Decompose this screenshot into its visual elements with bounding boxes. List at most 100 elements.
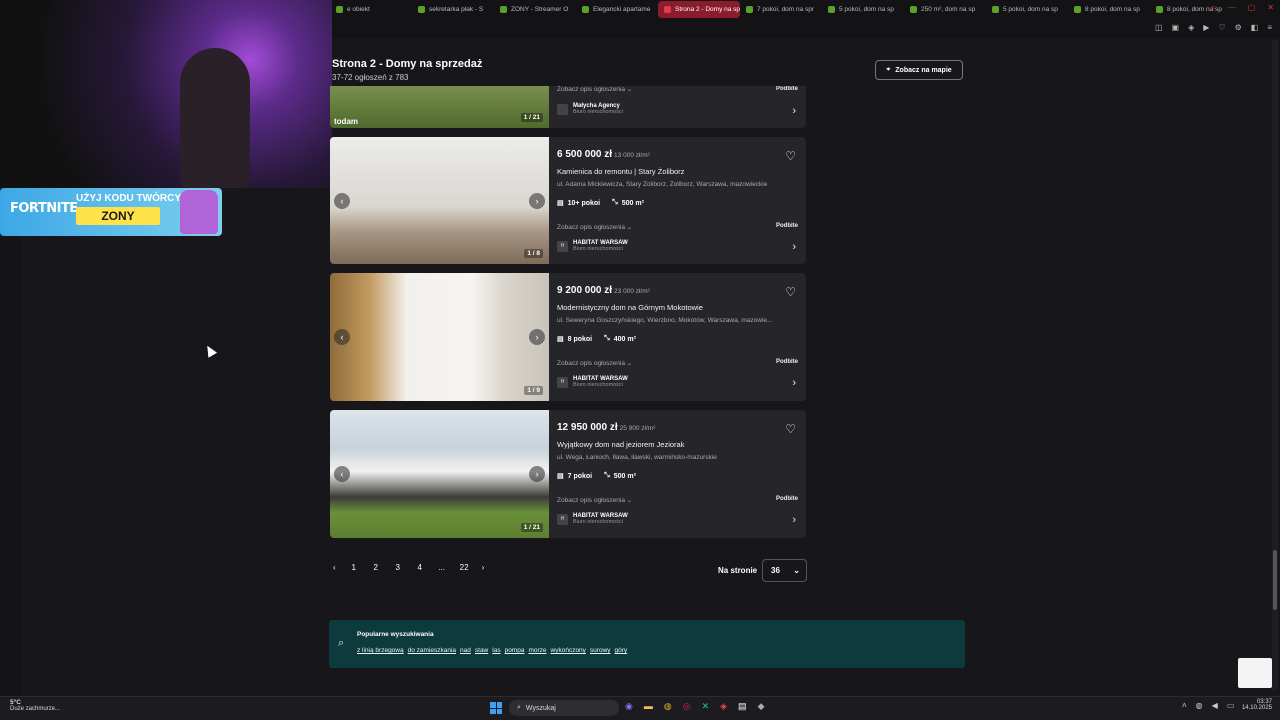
page-link[interactable]: 2 (372, 563, 380, 572)
listing-card[interactable]: ‹ › 1 / 9 9 200 000 zł 23 000 zł/m² ♡ Mod… (330, 273, 806, 401)
listing-photo[interactable]: ‹ › 1 / 21 (330, 410, 549, 538)
page-link[interactable]: 22 (460, 563, 469, 572)
map-button[interactable]: ⌖ Zobacz na mapie (875, 60, 963, 80)
agency-info[interactable]: H HABITAT WARSAW Biuro nieruchomości (557, 376, 628, 388)
chevron-right-icon[interactable]: › (792, 514, 796, 526)
volume-icon[interactable]: ◀ (1212, 701, 1218, 710)
description-toggle[interactable]: Zobacz opis ogłoszenia ⌄ (557, 359, 632, 367)
chrome-icon[interactable]: ◍ (664, 701, 672, 712)
next-photo-icon[interactable]: › (529, 466, 545, 482)
popular-search-link[interactable]: morze (528, 647, 546, 654)
favicon-icon (746, 6, 753, 13)
popular-search-link[interactable]: góry (615, 647, 628, 654)
agency-info[interactable]: Małycha Agency Biuro nieruchomości (557, 103, 623, 115)
listing-title[interactable]: Modernistyczny dom na Górnym Mokotowie (557, 303, 703, 312)
price-per-m2: 23 000 zł/m² (614, 288, 650, 295)
banner-code: ZONY (76, 207, 160, 225)
network-icon[interactable]: ▭ (1227, 701, 1235, 710)
listing-photo[interactable]: ‹ › 1 / 9 (330, 273, 549, 401)
scrollbar-thumb[interactable] (1273, 550, 1277, 610)
settings-icon[interactable]: ⚙ (1235, 23, 1242, 32)
favorite-heart-icon[interactable]: ♡ (785, 149, 796, 163)
popular-search-link[interactable]: z linią brzegową (357, 647, 404, 654)
browser-tab[interactable]: 7 pokoi, dom na spr (740, 1, 822, 18)
browser-tab[interactable]: Strona 2 - Domy na sprz (658, 1, 740, 18)
popular-search-link[interactable]: staw (475, 647, 488, 654)
next-page-icon[interactable]: › (482, 563, 485, 572)
chevron-up-icon[interactable]: ˄ (1182, 701, 1187, 710)
minimize-icon[interactable]: — (1228, 3, 1236, 13)
weather-widget[interactable]: 5°C Duże zachmurze... (10, 699, 60, 712)
extensions-icon[interactable]: ◧ (1251, 23, 1259, 32)
rooms: ▤ 10+ pokoi (557, 199, 601, 208)
file-explorer-icon[interactable]: ▬ (644, 701, 653, 712)
listing-card[interactable]: ‹ › 1 / 21 12 950 000 zł 25 900 zł/m² ♡ W… (330, 410, 806, 538)
bookmark-icon[interactable]: ◫ (1155, 23, 1163, 32)
close-icon[interactable]: ✕ (1267, 3, 1274, 13)
app-icon[interactable]: ◆ (758, 701, 765, 712)
popular-search-link[interactable]: nad (460, 647, 471, 654)
chevron-right-icon[interactable]: › (792, 377, 796, 389)
recorder-icon[interactable]: ◈ (720, 701, 727, 712)
toolbar-icons: ◫ ▣ ◈ ▶ ♡ ⚙ ◧ ≡ (1155, 23, 1272, 32)
description-toggle[interactable]: Zobacz opis ogłoszenia ⌄ (557, 496, 632, 504)
notepad-icon[interactable]: ▤ (738, 701, 747, 712)
agency-info[interactable]: H HABITAT WARSAW Biuro nieruchomości (557, 513, 628, 525)
listing-title[interactable]: Wyjątkowy dom nad jeziorem Jeziorak (557, 440, 684, 449)
listing-photo[interactable]: ‹ › 1 / 8 (330, 137, 549, 264)
taskbar-search[interactable]: ⌕ Wyszukaj (509, 700, 619, 716)
chevron-right-icon[interactable]: › (792, 241, 796, 253)
maximize-icon[interactable]: ▢ (1248, 3, 1256, 13)
browser-tab[interactable]: 5 pokoi, dom na sp (822, 1, 904, 18)
popular-search-link[interactable]: las (492, 647, 500, 654)
per-page-select[interactable]: 36 ⌄ (762, 559, 807, 582)
play-icon[interactable]: ▶ (1203, 23, 1209, 32)
listing-price: 6 500 000 zł 13 000 zł/m² (557, 149, 650, 160)
search-icon[interactable]: ⌕ (1211, 3, 1215, 13)
browser-tab[interactable]: Elegancki apartame (576, 1, 658, 18)
tab-label: ZONY - Streamer O (511, 6, 569, 13)
listing-photo[interactable]: todam 1 / 21 (330, 86, 549, 128)
chevron-right-icon[interactable]: › (792, 105, 796, 117)
favorite-heart-icon[interactable]: ♡ (785, 285, 796, 299)
browser-tab[interactable]: 5 pokoi, dom na sp (986, 1, 1068, 18)
page-link[interactable]: 1 (350, 563, 358, 572)
photo-counter: 1 / 21 (520, 113, 543, 122)
prev-photo-icon[interactable]: ‹ (334, 329, 350, 345)
windows-start-icon[interactable] (490, 702, 502, 714)
screenshot-icon[interactable]: ▣ (1172, 23, 1180, 32)
browser-tab[interactable]: sekretarka płak - S (412, 1, 494, 18)
next-photo-icon[interactable]: › (529, 192, 545, 209)
clock[interactable]: 03:37 14.10.2025 (1236, 699, 1272, 711)
agency-info[interactable]: H HABITAT WARSAW Biuro nieruchomości (557, 240, 628, 252)
microphone-icon[interactable]: ◍ (1196, 701, 1203, 710)
popular-search-link[interactable]: wykończony (551, 647, 586, 654)
description-toggle[interactable]: Zobacz opis ogłoszenia ⌄ (557, 86, 632, 93)
page-link[interactable]: 4 (416, 563, 424, 572)
listing-title[interactable]: Kamienica do remontu | Stary Żoliborz (557, 167, 684, 176)
search-icon: ⌕ (338, 637, 345, 649)
popular-search-link[interactable]: do zamieszkania (408, 647, 456, 654)
opera-icon[interactable]: ◎ (683, 701, 691, 712)
menu-icon[interactable]: ≡ (1267, 23, 1272, 32)
listing-card[interactable]: ‹ › 1 / 8 6 500 000 zł 13 000 zł/m² ♡ Kam… (330, 137, 806, 264)
heart-icon[interactable]: ♡ (1218, 23, 1225, 32)
copilot-icon[interactable]: ◉ (625, 701, 633, 712)
page-link[interactable]: 3 (394, 563, 402, 572)
description-toggle[interactable]: Zobacz opis ogłoszenia ⌄ (557, 223, 632, 231)
recaptcha-badge[interactable] (1238, 658, 1272, 688)
browser-tab[interactable]: 250 m², dom na sp (904, 1, 986, 18)
prev-page-icon[interactable]: ‹ (333, 563, 336, 572)
next-photo-icon[interactable]: › (529, 329, 545, 345)
browser-tab[interactable]: ZONY - Streamer O (494, 1, 576, 18)
xbox-icon[interactable]: ✕ (702, 701, 710, 712)
listing-card[interactable]: todam 1 / 21 Zobacz opis ogłoszenia ⌄ Po… (330, 86, 806, 128)
popular-search-link[interactable]: surowy (590, 647, 611, 654)
favorite-heart-icon[interactable]: ♡ (785, 422, 796, 436)
prev-photo-icon[interactable]: ‹ (334, 466, 350, 482)
prev-photo-icon[interactable]: ‹ (334, 192, 350, 209)
browser-tab[interactable]: 8 pokoi, dom na sp (1068, 1, 1150, 18)
browser-tab[interactable]: e obiekt (330, 1, 412, 18)
popular-search-link[interactable]: pompa (505, 647, 525, 654)
shield-icon[interactable]: ◈ (1188, 23, 1194, 32)
